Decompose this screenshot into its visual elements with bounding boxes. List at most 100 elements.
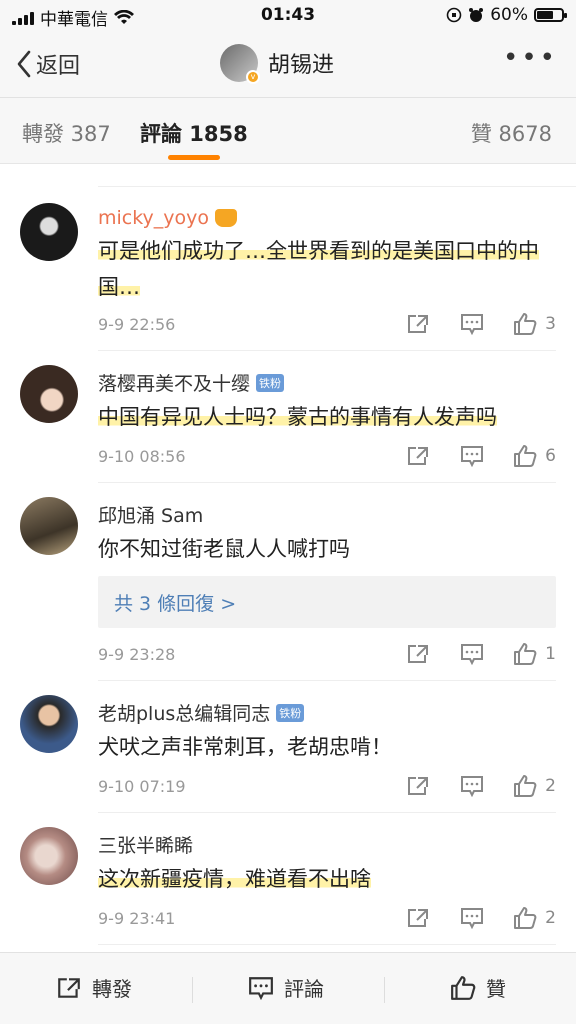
comment-text: 这次新疆疫情，难道看不出啥 xyxy=(98,861,554,897)
repost-icon[interactable] xyxy=(405,312,431,336)
list-item: 三张半睎睎 这次新疆疫情，难道看不出啥 9-9 23:41 2 xyxy=(0,813,576,945)
tab-likes[interactable]: 贊 8678 xyxy=(471,118,552,148)
thumbs-up-icon xyxy=(451,975,476,1000)
nav-bar: 返回 v 胡锡进 ••• xyxy=(0,32,576,98)
list-item: 落樱再美不及十缨 铁粉 中国有异见人士吗？蒙古的事情有人发声吗 9-10 08:… xyxy=(0,351,576,483)
fan-badge: 铁粉 xyxy=(256,373,285,392)
comment-text-content: 中国有异见人士吗？蒙古的事情有人发声吗 xyxy=(98,405,497,429)
repost-icon[interactable] xyxy=(405,774,431,798)
battery-icon xyxy=(534,8,567,22)
commenter-name[interactable]: 三张半睎睎 xyxy=(98,831,193,858)
comment-text: 中国有异见人士吗？蒙古的事情有人发声吗 xyxy=(98,399,554,435)
comment-icon[interactable] xyxy=(459,774,485,798)
author-avatar[interactable]: v xyxy=(220,44,260,84)
comment-icon[interactable] xyxy=(459,906,485,930)
vip-crown-icon xyxy=(215,209,238,227)
avatar[interactable] xyxy=(20,695,78,753)
commenter-name-text: micky_yoyo xyxy=(98,207,210,229)
alarm-icon xyxy=(469,8,484,22)
status-bar: 中華電信 01:43 60% xyxy=(0,0,576,32)
repost-icon[interactable] xyxy=(405,642,431,666)
tab-bar: 轉發 387 評論 1858 贊 8678 xyxy=(0,98,576,164)
like-post-button[interactable]: 贊 xyxy=(450,973,506,1002)
thumbs-up-icon xyxy=(514,643,537,665)
commenter-name[interactable]: 落樱再美不及十缨 铁粉 xyxy=(98,369,285,396)
active-tab-indicator xyxy=(168,155,220,160)
comment-time: 9-9 23:28 xyxy=(98,645,176,664)
comment-text-content: 这次新疆疫情，难道看不出啥 xyxy=(98,867,371,891)
like-button[interactable]: 1 xyxy=(513,643,556,665)
comment-actions: 2 xyxy=(405,774,556,798)
chevron-left-icon xyxy=(17,50,31,78)
comment-icon xyxy=(249,976,273,1000)
avatar[interactable] xyxy=(20,497,78,555)
avatar[interactable] xyxy=(20,203,78,261)
comment-time: 9-9 23:41 xyxy=(98,909,176,928)
repost-label: 轉發 xyxy=(92,977,132,1001)
comment-time: 9-9 22:56 xyxy=(98,315,176,334)
comment-time: 9-10 07:19 xyxy=(98,777,186,796)
divider xyxy=(98,944,556,945)
list-item: 老胡plus总编辑同志 铁粉 犬吠之声非常刺耳，老胡忠啃！ 9-10 07:19… xyxy=(0,681,576,813)
repost-icon[interactable] xyxy=(405,906,431,930)
tab-repost[interactable]: 轉發 387 xyxy=(22,118,111,148)
comment-list[interactable]: micky_yoyo 可是他们成功了…全世界看到的是美国口中的中国… 9-9 2… xyxy=(0,165,576,952)
like-count: 1 xyxy=(545,644,556,664)
like-count: 6 xyxy=(545,446,556,466)
thumbs-up-icon xyxy=(514,313,537,335)
bottom-action-bar: 轉發 評論 贊 xyxy=(0,952,576,1024)
comment-icon[interactable] xyxy=(459,642,485,666)
comment-text: 犬吠之声非常刺耳，老胡忠啃！ xyxy=(98,729,554,765)
list-item: 邱旭涌 Sam 你不知过街老鼠人人喊打吗 共 3 條回復 > 9-9 23:28… xyxy=(0,483,576,681)
more-options-icon[interactable]: ••• xyxy=(503,45,558,71)
author-name: 胡锡进 xyxy=(268,53,335,78)
verified-icon: v xyxy=(246,70,260,84)
like-button[interactable]: 2 xyxy=(513,775,556,797)
orientation-lock-icon xyxy=(446,7,462,23)
like-button[interactable]: 6 xyxy=(513,445,556,467)
tab-comments[interactable]: 評論 1858 xyxy=(140,118,248,148)
avatar[interactable] xyxy=(20,365,78,423)
thumbs-up-icon xyxy=(514,775,537,797)
comment-actions: 6 xyxy=(405,444,556,468)
like-count: 2 xyxy=(545,776,556,796)
like-button[interactable]: 3 xyxy=(513,313,556,335)
repost-button[interactable]: 轉發 xyxy=(56,973,132,1002)
divider xyxy=(192,977,193,1003)
comment-button[interactable]: 評論 xyxy=(248,973,324,1002)
comment-text: 可是他们成功了…全世界看到的是美国口中的中国… xyxy=(98,233,554,305)
back-button[interactable]: 返回 xyxy=(16,48,80,80)
thumbs-up-icon xyxy=(514,907,537,929)
avatar[interactable] xyxy=(20,827,78,885)
like-label: 贊 xyxy=(486,977,506,1001)
comment-text-content: 犬吠之声非常刺耳，老胡忠啃！ xyxy=(98,735,392,759)
comment-actions: 1 xyxy=(405,642,556,666)
back-label: 返回 xyxy=(36,54,81,79)
comment-label: 評論 xyxy=(284,977,324,1001)
like-button[interactable]: 2 xyxy=(513,907,556,929)
list-item: micky_yoyo 可是他们成功了…全世界看到的是美国口中的中国… 9-9 2… xyxy=(0,189,576,351)
thumbs-up-icon xyxy=(514,445,537,467)
comment-icon[interactable] xyxy=(459,444,485,468)
comment-text: 你不知过街老鼠人人喊打吗 xyxy=(98,531,554,567)
commenter-name-text: 三张半睎睎 xyxy=(98,835,194,857)
comment-time: 9-10 08:56 xyxy=(98,447,186,466)
previous-comment-footer xyxy=(98,165,576,187)
repost-icon[interactable] xyxy=(405,444,431,468)
commenter-name[interactable]: 邱旭涌 Sam xyxy=(98,501,203,528)
fan-badge: 铁粉 xyxy=(276,703,305,722)
commenter-name-text: 邱旭涌 Sam xyxy=(98,505,204,527)
commenter-name-text: 落樱再美不及十缨 xyxy=(98,373,251,395)
like-count: 3 xyxy=(545,314,556,334)
nav-title[interactable]: v 胡锡进 xyxy=(220,44,335,84)
like-count: 2 xyxy=(545,908,556,928)
commenter-name[interactable]: micky_yoyo xyxy=(98,207,238,229)
repost-icon xyxy=(58,977,80,998)
view-replies-link[interactable]: 共 3 條回復 > xyxy=(98,576,556,628)
status-right: 60% xyxy=(446,5,567,25)
commenter-name-text: 老胡plus总编辑同志 xyxy=(98,703,271,725)
commenter-name[interactable]: 老胡plus总编辑同志 铁粉 xyxy=(98,699,305,726)
comment-text-content: 可是他们成功了…全世界看到的是美国口中的中国… xyxy=(98,239,539,299)
comment-text-content: 你不知过街老鼠人人喊打吗 xyxy=(98,537,350,561)
comment-icon[interactable] xyxy=(459,312,485,336)
